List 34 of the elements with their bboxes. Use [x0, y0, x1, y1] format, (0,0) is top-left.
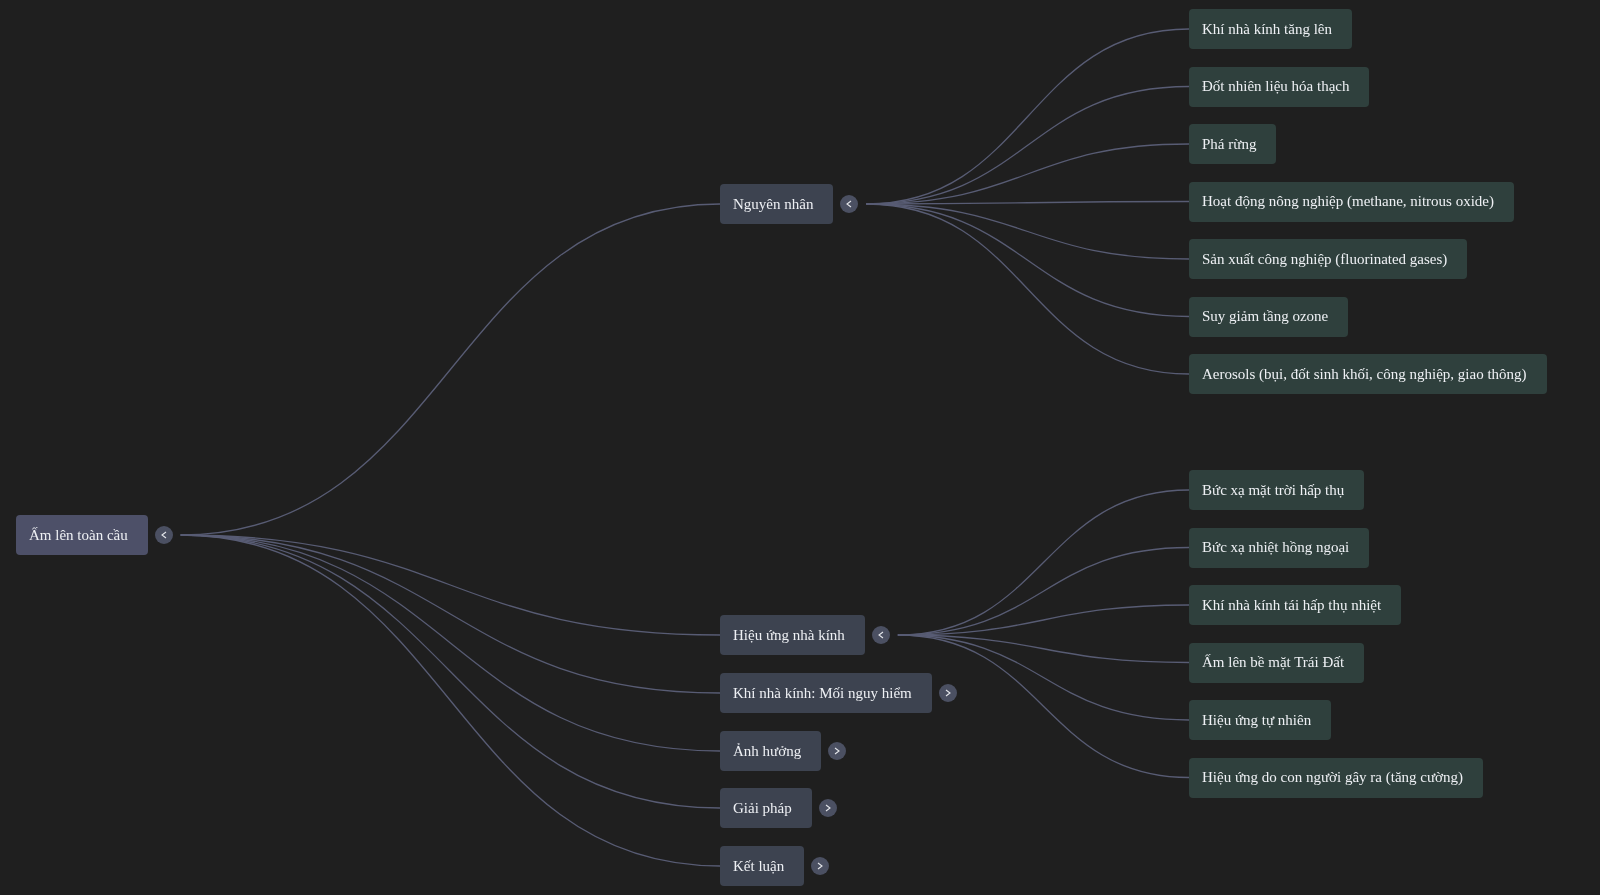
mind-map-node[interactable]: Bức xạ mặt trời hấp thụ: [1189, 470, 1365, 510]
mind-map-node[interactable]: Ảnh hưởng: [720, 731, 822, 771]
mind-map-node[interactable]: Đốt nhiên liệu hóa thạch: [1189, 66, 1370, 107]
mind-map-node[interactable]: Ấm lên toàn cầu: [16, 515, 148, 555]
mind-map-node[interactable]: Aerosols (bụi, đốt sinh khối, công nghiệp, giao thông): [1189, 354, 1547, 394]
chevron-right-icon: [816, 862, 825, 870]
chevron-right-icon: [833, 747, 842, 755]
collapse-toggle[interactable]: [840, 195, 859, 213]
mind-map-node[interactable]: Giải pháp: [720, 788, 812, 828]
mind-map-node[interactable]: Khí nhà kính tăng lên: [1189, 9, 1352, 49]
mind-map-node[interactable]: Hiệu ứng tự nhiên: [1189, 700, 1332, 740]
collapse-toggle[interactable]: [154, 526, 173, 544]
chevron-right-icon: [823, 804, 832, 812]
mind-map-node[interactable]: Bức xạ nhiệt hồng ngoại: [1189, 527, 1370, 568]
expand-toggle[interactable]: [818, 799, 837, 817]
mind-map-node[interactable]: Phá rừng: [1189, 124, 1277, 164]
mind-map-node[interactable]: Nguyên nhân: [720, 184, 834, 224]
chevron-right-icon: [943, 689, 952, 697]
mind-map-node[interactable]: Sản xuất công nghiệp (fluorinated gases): [1189, 239, 1468, 279]
chevron-left-icon: [845, 200, 854, 208]
mind-map-node[interactable]: Hoạt động nông nghiệp (methane, nitrous oxide): [1189, 181, 1515, 222]
chevron-left-icon: [876, 631, 885, 639]
expand-toggle[interactable]: [811, 857, 830, 875]
mind-map-node[interactable]: Hiệu ứng nhà kính: [720, 615, 865, 655]
mind-map-node[interactable]: Khí nhà kính: Mối nguy hiểm: [720, 673, 932, 713]
chevron-left-icon: [159, 531, 168, 539]
expand-toggle[interactable]: [938, 684, 957, 702]
mind-map-node[interactable]: Khí nhà kính tái hấp thụ nhiệt: [1189, 585, 1402, 625]
mind-map-node[interactable]: Suy giảm tầng ozone: [1189, 296, 1349, 337]
mind-map-node[interactable]: Hiệu ứng do con người gây ra (tăng cường): [1189, 757, 1484, 798]
collapse-toggle[interactable]: [871, 626, 890, 644]
mind-map-node[interactable]: Kết luận: [720, 846, 805, 886]
mind-map-node[interactable]: Ấm lên bề mặt Trái Đất: [1189, 642, 1365, 683]
expand-toggle[interactable]: [828, 742, 847, 760]
